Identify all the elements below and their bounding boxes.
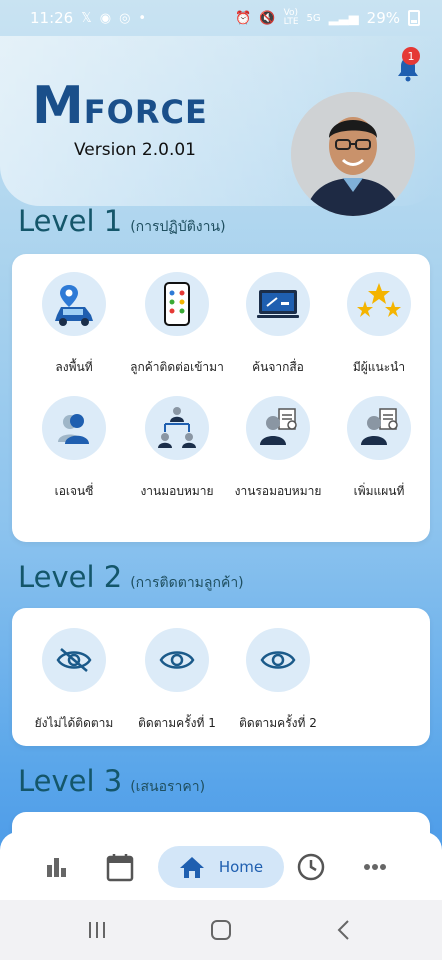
tile-follow-up-1[interactable]: ติดตามครั้งที่ 1 — [125, 628, 229, 733]
level3-heading: Level 3 (เสนอราคา) — [18, 764, 205, 798]
nav-stats[interactable] — [36, 846, 78, 888]
nav-more[interactable] — [354, 846, 396, 888]
level1-subtitle: (การปฏิบัติงาน) — [130, 219, 226, 235]
battery-icon — [408, 10, 420, 26]
system-home-icon[interactable] — [210, 919, 232, 941]
tile-follow-up-2[interactable]: ติดตามครั้งที่ 2 — [226, 628, 330, 733]
tile-icon-bg — [347, 272, 411, 336]
tile-label: ค้นจากสื่อ — [252, 360, 304, 374]
eye-off-icon — [56, 648, 92, 672]
tile-add-plan[interactable]: เพิ่มแผนที่ — [327, 396, 431, 501]
bar-chart-icon — [47, 858, 66, 877]
logo-m: M — [32, 76, 84, 136]
tile-not-followed[interactable]: ยังไม่ได้ติดตาม — [22, 628, 126, 733]
tile-label: มีผู้แนะนำ — [352, 360, 406, 374]
volte-icon: Vo) LTE — [283, 8, 299, 27]
pending-assignment-icon — [260, 408, 297, 445]
status-bar: 11:26 𝕏 ◉ ◎ • ⏰ 🔇 Vo) LTE 5G ▂▃▅ 29% — [0, 0, 442, 36]
notification-badge: 1 — [402, 47, 420, 65]
tile-icon-bg — [42, 628, 106, 692]
tile-referral[interactable]: มีผู้แนะนำ — [327, 272, 431, 377]
nav-home-label: Home — [218, 858, 264, 876]
alarm-icon: ⏰ — [235, 10, 252, 26]
nav-history[interactable] — [290, 846, 332, 888]
tile-agency[interactable]: เอเจนซี่ — [22, 396, 126, 501]
add-plan-icon — [361, 408, 398, 445]
system-nav-bar — [0, 900, 442, 960]
level1-card: ลงพื้นที่ ลูกค้าติดต่อเข้ามา ค้นจากสื่อ … — [12, 254, 430, 542]
level2-title: Level 2 — [18, 560, 123, 594]
level2-card: ยังไม่ได้ติดตาม ติดตามครั้งที่ 1 ติดตามค… — [12, 608, 430, 746]
tile-customer-contact[interactable]: ลูกค้าติดต่อเข้ามา — [125, 272, 229, 377]
calendar-icon — [106, 854, 134, 882]
network-label: 5G — [306, 12, 321, 24]
dot-icon: • — [138, 10, 147, 26]
tile-label: ยังไม่ได้ติดตาม — [34, 716, 114, 730]
more-icon — [364, 864, 386, 870]
signal-icon: ▂▃▅ — [328, 10, 359, 26]
tile-label: ลูกค้าติดต่อเข้ามา — [130, 360, 224, 374]
agent-icon — [58, 414, 89, 444]
level1-title: Level 1 — [18, 204, 123, 238]
recent-apps-icon[interactable] — [86, 920, 108, 940]
profile-photo — [291, 92, 415, 216]
assignment-hierarchy-icon — [158, 407, 196, 448]
tile-icon-bg — [246, 272, 310, 336]
tile-icon-bg — [246, 628, 310, 692]
tile-icon-bg — [145, 272, 209, 336]
tile-icon-bg — [145, 628, 209, 692]
media-screen-icon — [257, 290, 299, 318]
nav-home[interactable]: Home — [158, 846, 284, 888]
tile-label: งานรอมอบหมาย — [234, 484, 322, 498]
tile-field-visit[interactable]: ลงพื้นที่ — [22, 272, 126, 377]
battery-percent: 29% — [366, 9, 400, 27]
logo-force: FORCE — [83, 93, 208, 131]
back-icon[interactable] — [336, 919, 352, 941]
header: M FORCE Version 2.0.01 1 — [0, 36, 442, 216]
phone-apps-icon — [164, 282, 190, 326]
mforce-logo: M FORCE — [32, 76, 208, 136]
avatar[interactable] — [291, 92, 415, 216]
tile-label: ติดตามครั้งที่ 2 — [239, 716, 317, 730]
status-time: 11:26 — [30, 9, 74, 27]
tile-label: งานมอบหมาย — [140, 484, 214, 498]
home-icon — [179, 857, 204, 878]
tile-label: ลงพื้นที่ — [55, 360, 93, 374]
tile-media-search[interactable]: ค้นจากสื่อ — [226, 272, 330, 377]
mute-icon: 🔇 — [259, 10, 276, 26]
tile-label: เอเจนซี่ — [54, 484, 94, 498]
car-location-icon — [55, 285, 93, 326]
clock-icon — [297, 853, 325, 881]
level2-heading: Level 2 (การติดตามลูกค้า) — [18, 560, 244, 594]
tile-icon-bg — [347, 396, 411, 460]
tile-label: เพิ่มแผนที่ — [353, 484, 405, 498]
level1-heading: Level 1 (การปฏิบัติงาน) — [18, 204, 226, 238]
tile-pending-assignment[interactable]: งานรอมอบหมาย — [226, 396, 330, 501]
tile-icon-bg — [42, 272, 106, 336]
tile-icon-bg — [246, 396, 310, 460]
stars-icon — [357, 283, 401, 317]
instagram-icon: ◎ — [119, 10, 131, 26]
line-icon: ◉ — [99, 10, 112, 26]
tile-assigned-work[interactable]: งานมอบหมาย — [125, 396, 229, 501]
tile-label: ติดตามครั้งที่ 1 — [138, 716, 216, 730]
x-icon: 𝕏 — [81, 10, 92, 26]
eye-icon — [260, 651, 296, 669]
version-label: Version 2.0.01 — [74, 140, 196, 160]
level3-subtitle: (เสนอราคา) — [130, 779, 206, 795]
level2-subtitle: (การติดตามลูกค้า) — [130, 575, 244, 591]
level3-title: Level 3 — [18, 764, 123, 798]
bottom-nav: Home — [0, 832, 442, 900]
eye-icon — [159, 651, 195, 669]
nav-calendar[interactable] — [99, 846, 141, 888]
tile-icon-bg — [145, 396, 209, 460]
tile-icon-bg — [42, 396, 106, 460]
